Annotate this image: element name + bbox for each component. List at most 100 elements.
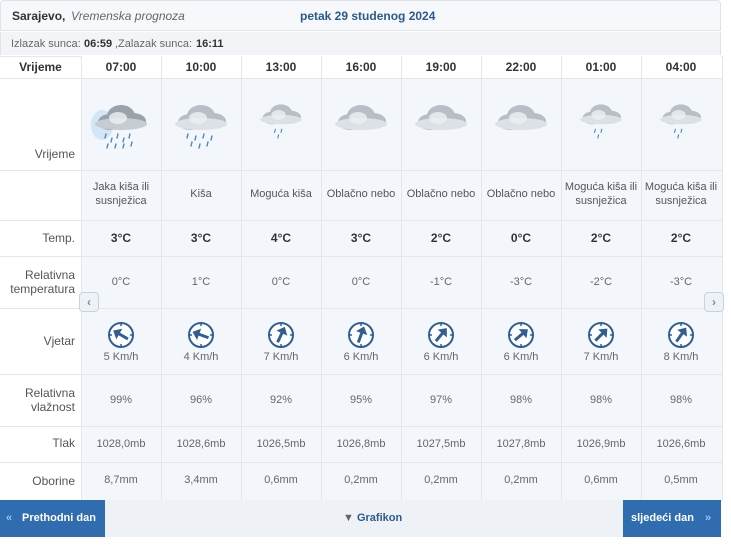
wind-speed-value: 7 Km/h [263, 351, 299, 363]
sunrise-time: 06:59 [84, 38, 113, 50]
scroll-left-button[interactable]: ‹ [79, 292, 99, 312]
relative-temperature-value: 0°C [351, 276, 371, 288]
wind-speed-value: 6 Km/h [343, 351, 379, 363]
cloud-icon [328, 92, 394, 152]
next-day-label: sljedeći dan [631, 512, 694, 524]
row-label-relative-temp-line1: Relativna [24, 268, 75, 282]
weather-description-line1: Moguća kiša ili [564, 181, 638, 193]
row-label-precip: Oborine [32, 474, 75, 488]
wind-direction-icon [107, 321, 135, 349]
chart-toggle[interactable]: ▼ Grafikon [343, 512, 402, 524]
wind-speed-value: 6 Km/h [503, 351, 539, 363]
column-time: 07:00 [81, 56, 161, 78]
row-label-pressure: Tlak [52, 436, 75, 450]
rain-cloud-icon [168, 92, 234, 152]
humidity-value: 98% [509, 394, 533, 406]
precipitation-value: 8,7mm [104, 474, 138, 486]
row-label-humidity-line1: Relativna [24, 386, 75, 400]
forecast-column: 10:00 Kiša 3°C 1°C 4 Km/h 96% 1028,6mb 3,4mm [161, 56, 241, 500]
wind-direction-icon [187, 321, 215, 349]
forecast-column: 16:00 Oblačno nebo 3°C 0°C 6 Km/h 95% 1026,8mb… [321, 56, 401, 500]
column-time: 04:00 [641, 56, 721, 78]
temperature-value: 2°C [590, 231, 612, 245]
row-label-relative-temp-line2: temperatura [10, 282, 75, 296]
temperature-value: 3°C [190, 231, 212, 245]
wind-speed-value: 8 Km/h [663, 351, 699, 363]
light-rain-cloud-icon [248, 92, 314, 152]
weather-description-line1: Moguća kiša [250, 188, 312, 200]
forecast-column: 07:00 Jaka kiša ili susnježica 3°C 0°C 5 Km/h… [81, 56, 161, 500]
forecast-column: 13:00 Moguća kiša 4°C 0°C 7 Km/h 92% 1026,5mb 0… [241, 56, 321, 500]
relative-temperature-value: 1°C [191, 276, 211, 288]
column-divider [722, 56, 723, 500]
scroll-right-button[interactable]: › [704, 292, 724, 312]
row-label-wind: Vjetar [43, 334, 75, 348]
column-time: 01:00 [561, 56, 641, 78]
humidity-value: 98% [669, 394, 693, 406]
precipitation-value: 0,6mm [264, 474, 298, 486]
forecast-column: 01:00 Moguća kiša ili susnježica 2°C -2°C 7 K… [561, 56, 641, 500]
weather-description-line1: Jaka kiša ili [92, 181, 150, 193]
humidity-value: 98% [589, 394, 613, 406]
column-divider [81, 56, 82, 500]
weather-description: Kiša [161, 187, 241, 201]
weather-description-line2: susnježica [95, 195, 147, 207]
temperature-value: 3°C [110, 231, 132, 245]
sunset-time: 16:11 [196, 38, 224, 50]
temperature-value: 4°C [270, 231, 292, 245]
column-divider [481, 56, 482, 500]
wind-direction-icon [347, 321, 375, 349]
temperature-value: 2°C [430, 231, 452, 245]
weather-description: Moguća kiša ili susnježica [561, 180, 641, 208]
wind-speed-value: 5 Km/h [103, 351, 139, 363]
triangle-down-icon: ▼ [343, 512, 354, 524]
sunrise-label: Izlazak sunca: [11, 38, 81, 50]
weather-description: Moguća kiša ili susnježica [641, 180, 721, 208]
chevron-right-icon: » [705, 512, 712, 524]
heavy-rain-cloud-icon [88, 92, 154, 152]
pressure-value: 1026,6mb [656, 438, 706, 450]
wind-direction-icon [427, 321, 455, 349]
column-divider [401, 56, 402, 500]
row-label-humidity: Relativna vlažnost [0, 386, 81, 414]
footer-bar: « Prethodni dan ▼ Grafikon sljedeći dan … [0, 500, 721, 537]
pressure-value: 1026,8mb [336, 438, 386, 450]
pressure-value: 1026,5mb [256, 438, 306, 450]
next-day-button[interactable]: sljedeći dan » [623, 500, 721, 537]
forecast-table: Vrijeme Vrijeme Temp. Relativna temperat… [0, 56, 723, 501]
cloud-icon [408, 92, 474, 152]
relative-temperature-value: -2°C [589, 276, 613, 288]
temperature-value: 2°C [670, 231, 692, 245]
wind-speed-value: 7 Km/h [583, 351, 619, 363]
weather-description: Moguća kiša [241, 187, 321, 201]
previous-day-button[interactable]: « Prethodni dan [0, 500, 105, 537]
weather-description: Oblačno nebo [321, 187, 401, 201]
precipitation-value: 0,6mm [584, 474, 618, 486]
relative-temperature-value: 0°C [271, 276, 291, 288]
column-time: 22:00 [481, 56, 561, 78]
column-divider [161, 56, 162, 500]
wind-direction-icon [267, 321, 295, 349]
pressure-value: 1027,5mb [416, 438, 466, 450]
pressure-value: 1028,6mb [176, 438, 226, 450]
forecast-column: 19:00 Oblačno nebo 2°C -1°C 6 Km/h 97% 1027,5m… [401, 56, 481, 500]
weather-description-line1: Moguća kiša ili [644, 181, 718, 193]
column-time: 10:00 [161, 56, 241, 78]
forecast-column: 22:00 Oblačno nebo 0°C -3°C 6 Km/h 98% 1027,8m… [481, 56, 561, 500]
weather-description: Oblačno nebo [481, 187, 561, 201]
column-time: 16:00 [321, 56, 401, 78]
row-label-relative-temp: Relativna temperatura [0, 268, 81, 296]
humidity-value: 95% [349, 394, 373, 406]
temperature-value: 3°C [350, 231, 372, 245]
column-divider [241, 56, 242, 500]
relative-temperature-value: -3°C [669, 276, 693, 288]
sunset-label: ,Zalazak sunca: [115, 38, 193, 50]
weather-description-line1: Kiša [190, 188, 212, 200]
row-label-humidity-line2: vlažnost [30, 400, 75, 414]
weather-description-line2: susnježica [575, 195, 627, 207]
humidity-value: 99% [109, 394, 133, 406]
forecast-date: petak 29 studenog 2024 [300, 9, 436, 23]
column-divider [641, 56, 642, 500]
weather-description-line1: Oblačno nebo [486, 188, 556, 200]
relative-temperature-value: -3°C [509, 276, 533, 288]
